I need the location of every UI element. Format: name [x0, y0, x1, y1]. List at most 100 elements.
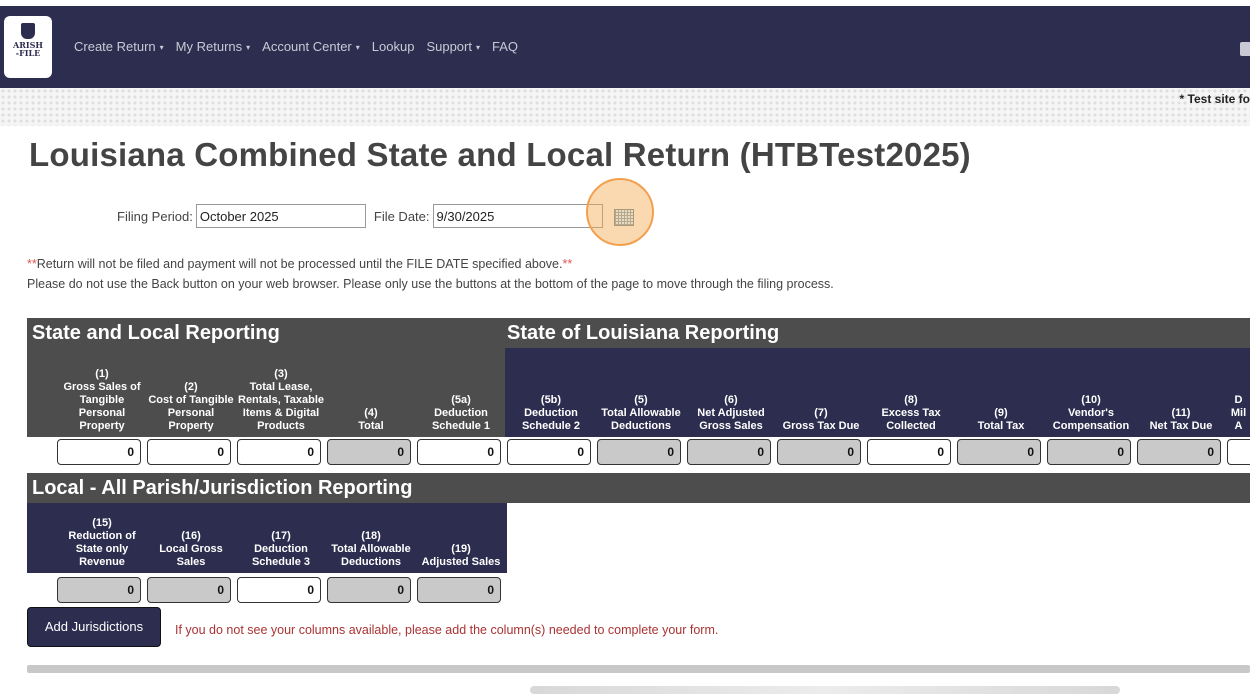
header-line: Total Tax — [977, 420, 1025, 432]
state-field-10[interactable]: 0 — [867, 439, 951, 465]
state-field-8: 0 — [687, 439, 771, 465]
header-line: (9) — [994, 407, 1008, 419]
header-line: Net Adjusted — [697, 407, 765, 419]
local-header-1: (15) Reduction of State only Revenue — [27, 503, 147, 573]
local-header-4: (18) Total Allowable Deductions — [325, 503, 417, 573]
header-line: Gross Tax Due — [782, 420, 860, 432]
notice-asterisks-start: ** — [27, 257, 37, 271]
header-line: Total Allowable — [331, 543, 411, 555]
page-title: Louisiana Combined State and Local Retur… — [29, 136, 971, 173]
header-line: (17) — [271, 530, 291, 542]
header-line: Total Lease, — [249, 381, 313, 393]
header-line: (19) — [451, 543, 471, 555]
notice-asterisks-end: ** — [562, 257, 573, 271]
filing-period-row: Filing Period: File Date: — [117, 204, 603, 228]
state-field-1[interactable]: 0 — [57, 439, 141, 465]
header-line: Property — [79, 420, 125, 432]
header-line: Net Tax Due — [1149, 420, 1213, 432]
state-header-5: (5a) Deduction Schedule 1 — [415, 348, 507, 437]
header-line: (5a) — [451, 394, 471, 406]
state-field-14[interactable] — [1227, 439, 1250, 465]
header-line: State only — [75, 543, 129, 555]
state-field-12: 0 — [1047, 439, 1131, 465]
footer-blurred-text — [530, 686, 1120, 694]
header-line: A — [1234, 420, 1243, 432]
header-line: (11) — [1171, 407, 1191, 419]
header-line: Adjusted Sales — [421, 556, 501, 568]
caret-down-icon: ▾ — [355, 43, 360, 52]
caret-down-icon: ▾ — [159, 43, 164, 52]
header-line: Gross Sales of — [63, 381, 141, 393]
state-header-9: (7) Gross Tax Due — [775, 348, 867, 437]
header-line: Compensation — [1052, 420, 1130, 432]
header-line: Personal — [78, 407, 126, 419]
local-header-5: (19) Adjusted Sales — [415, 503, 507, 573]
local-field-3[interactable]: 0 — [237, 577, 321, 603]
state-field-6[interactable]: 0 — [507, 439, 591, 465]
header-line: Mil — [1230, 407, 1247, 419]
nav-create-return[interactable]: Create Return ▾ — [74, 39, 164, 54]
main-nav: Create Return ▾ My Returns ▾ Account Center ▾… — [74, 39, 530, 54]
header-line: (15) — [92, 517, 112, 529]
user-icon[interactable] — [1240, 42, 1250, 56]
nav-label: Account Center — [262, 39, 352, 54]
header-line: (5) — [634, 394, 648, 406]
header-line: Schedule 3 — [251, 556, 311, 568]
local-field-4: 0 — [327, 577, 411, 603]
state-field-3[interactable]: 0 — [237, 439, 321, 465]
header-line: Vendor's — [1067, 407, 1115, 419]
caret-down-icon: ▾ — [475, 43, 480, 52]
state-field-13: 0 — [1137, 439, 1221, 465]
file-date-notice-text: Return will not be filed and payment wil… — [36, 257, 563, 271]
state-header-3: (3) Total Lease, Rentals, Taxable Items & D… — [235, 348, 327, 437]
logo-text-line2: -FILE — [15, 48, 41, 58]
nav-support[interactable]: Support ▾ — [426, 39, 480, 54]
nav-account-center[interactable]: Account Center ▾ — [262, 39, 360, 54]
header-line: (6) — [724, 394, 738, 406]
file-date-input[interactable] — [432, 204, 603, 228]
header-line: Property — [168, 420, 214, 432]
nav-faq[interactable]: FAQ — [492, 39, 518, 54]
local-field-1: 0 — [57, 577, 141, 603]
header-line: D — [1234, 394, 1243, 406]
state-header-14: D Mil A — [1225, 348, 1250, 437]
parish-e-file-logo[interactable]: ARISH -FILE — [4, 16, 52, 78]
state-section-bar: State and Local Reporting State of Louis… — [27, 318, 1250, 348]
test-site-banner: * Test site fo — [0, 88, 1250, 126]
filing-period-input[interactable] — [195, 204, 366, 228]
header-line: Items & Digital — [242, 407, 320, 419]
header-line: Schedule 1 — [431, 420, 491, 432]
nav-label: Support — [426, 39, 472, 54]
header-line: Revenue — [79, 556, 125, 568]
calendar-icon[interactable] — [614, 209, 634, 226]
nav-lookup[interactable]: Lookup — [372, 39, 415, 54]
header-line: (8) — [904, 394, 918, 406]
nav-label: Lookup — [371, 39, 415, 54]
add-columns-note: If you do not see your columns available… — [175, 623, 719, 637]
top-navbar: ARISH -FILE Create Return ▾ My Returns ▾ Acc… — [0, 6, 1250, 88]
local-header-2: (16) Local Gross Sales — [145, 503, 237, 573]
nav-label: Create Return — [74, 39, 156, 54]
header-line: Cost of Tangible — [148, 394, 234, 406]
state-header-8: (6) Net Adjusted Gross Sales — [685, 348, 777, 437]
nav-my-returns[interactable]: My Returns ▾ — [176, 39, 250, 54]
header-line: (7) — [814, 407, 828, 419]
state-field-5[interactable]: 0 — [417, 439, 501, 465]
footer-divider — [27, 665, 1250, 673]
local-field-2: 0 — [147, 577, 231, 603]
state-field-11: 0 — [957, 439, 1041, 465]
header-line: (3) — [274, 368, 288, 380]
louisiana-shape-icon — [21, 23, 35, 39]
state-header-12: (10) Vendor's Compensation — [1045, 348, 1137, 437]
header-line: Collected — [886, 420, 936, 432]
header-line: Deduction — [524, 407, 578, 419]
state-field-4: 0 — [327, 439, 411, 465]
add-jurisdictions-button[interactable]: Add Jurisdictions — [27, 607, 161, 647]
header-line: Personal — [167, 407, 215, 419]
header-line: Local Gross — [159, 543, 223, 555]
state-header-4: (4) Total — [325, 348, 417, 437]
header-line: Reduction of — [68, 530, 136, 542]
state-header-11: (9) Total Tax — [955, 348, 1047, 437]
state-field-2[interactable]: 0 — [147, 439, 231, 465]
header-line: (16) — [181, 530, 201, 542]
